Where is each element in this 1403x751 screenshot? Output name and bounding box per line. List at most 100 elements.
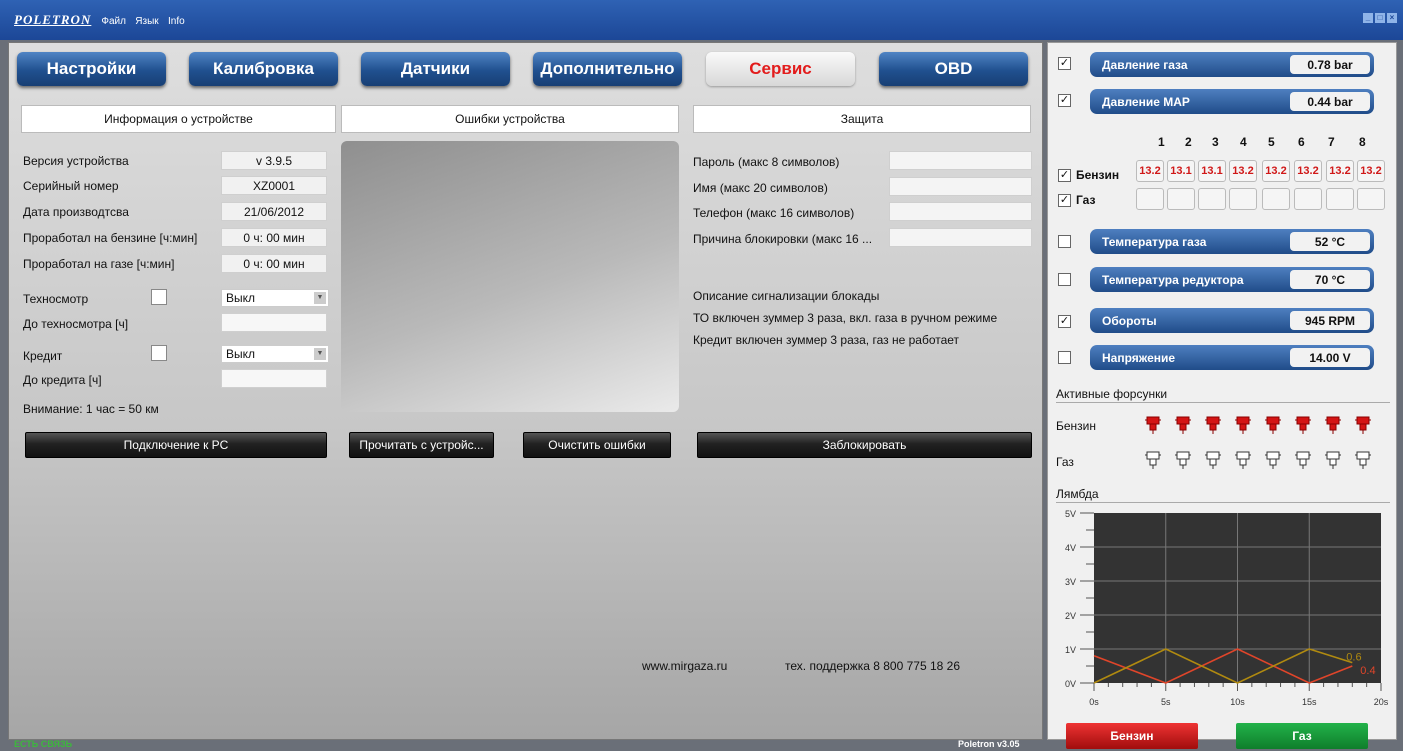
gas-injector-icon	[1175, 451, 1191, 469]
credit-select[interactable]: Выкл ▼	[221, 345, 329, 363]
gas-injector-icon	[1265, 451, 1281, 469]
lambda-title: Лямбда	[1056, 487, 1099, 501]
password-input[interactable]	[889, 151, 1032, 170]
tab-settings[interactable]: Настройки	[17, 52, 166, 86]
reducer-temp-checkbox[interactable]	[1058, 273, 1071, 286]
phone-input[interactable]	[889, 202, 1032, 221]
gas-injector-icon	[1235, 451, 1251, 469]
petrol-row-label: Бензин	[1076, 168, 1120, 182]
tab-additional[interactable]: Дополнительно	[533, 52, 682, 86]
gas-cyl-1	[1136, 188, 1164, 210]
alarm-desc-line2: Кредит включен зуммер 3 раза, газ не раб…	[693, 333, 960, 347]
petrol-row-checkbox[interactable]: ✓	[1058, 169, 1071, 182]
petrol-injector-icon	[1205, 416, 1221, 434]
map-pressure-value: 0.44 bar	[1290, 92, 1370, 111]
gas-injector-icon	[1145, 451, 1161, 469]
reducer-temp-label: Температура редуктора	[1102, 272, 1244, 287]
y-tick-label: 1V	[1065, 645, 1076, 655]
main-panel: Настройки Калибровка Датчики Дополнитель…	[8, 42, 1043, 740]
petrol-cyl-8: 13.2	[1357, 160, 1385, 182]
gas-pressure-gauge: Давление газа 0.78 bar	[1090, 52, 1374, 77]
connect-pc-button[interactable]: Подключение к PC	[25, 432, 327, 458]
gas-hours-label: Проработал на газе [ч:мин]	[23, 257, 175, 271]
x-tick-label: 0s	[1089, 697, 1099, 707]
credit-checkbox[interactable]	[151, 345, 167, 361]
lambda-series-value: 0.4	[1360, 665, 1375, 677]
reason-label: Причина блокировки (макс 16 ...	[693, 232, 873, 246]
map-pressure-gauge: Давление MAP 0.44 bar	[1090, 89, 1374, 114]
chevron-down-icon: ▼	[314, 292, 326, 304]
tab-sensors[interactable]: Датчики	[361, 52, 510, 86]
clear-errors-button[interactable]: Очистить ошибки	[523, 432, 671, 458]
tab-obd[interactable]: OBD	[879, 52, 1028, 86]
map-pressure-checkbox[interactable]: ✓	[1058, 94, 1071, 107]
reason-input[interactable]	[889, 228, 1032, 247]
section-device-errors: Ошибки устройства	[341, 105, 679, 133]
chevron-down-icon: ▼	[314, 348, 326, 360]
close-icon[interactable]: ×	[1387, 13, 1397, 23]
date-value: 21/06/2012	[221, 202, 327, 221]
right-panel: ✓ Давление газа 0.78 bar ✓ Давление MAP 0.…	[1047, 42, 1397, 749]
lock-button[interactable]: Заблокировать	[697, 432, 1032, 458]
gas-pressure-value: 0.78 bar	[1290, 55, 1370, 74]
x-tick-label: 15s	[1302, 697, 1317, 707]
title-bar: POLETRON Файл Язык Info _ □ ×	[0, 0, 1403, 40]
gas-cyl-2	[1167, 188, 1195, 210]
divider	[1056, 402, 1390, 403]
gas-cyl-5	[1262, 188, 1290, 210]
inspection-select[interactable]: Выкл ▼	[221, 289, 329, 307]
petrol-cyl-6: 13.2	[1294, 160, 1322, 182]
app-version: Poletron v3.05	[958, 739, 1020, 749]
website-link[interactable]: www.mirgaza.ru	[642, 659, 727, 673]
cyl-header-2: 2	[1185, 135, 1192, 149]
petrol-button[interactable]: Бензин	[1066, 723, 1198, 749]
credit-label: Кредит	[23, 349, 63, 363]
menu-language[interactable]: Язык	[135, 16, 158, 27]
gas-pressure-checkbox[interactable]: ✓	[1058, 57, 1071, 70]
cyl-header-3: 3	[1212, 135, 1219, 149]
rpm-checkbox[interactable]: ✓	[1058, 315, 1071, 328]
petrol-injector-icon	[1235, 416, 1251, 434]
rpm-label: Обороты	[1102, 313, 1157, 328]
tab-calibration[interactable]: Калибровка	[189, 52, 338, 86]
gas-cyl-7	[1326, 188, 1354, 210]
name-input[interactable]	[889, 177, 1032, 196]
to-inspection-input[interactable]	[221, 313, 327, 332]
gas-button[interactable]: Газ	[1236, 723, 1368, 749]
to-inspection-label: До техносмотра [ч]	[23, 317, 129, 331]
active-injectors-title: Активные форсунки	[1056, 387, 1168, 401]
voltage-checkbox[interactable]	[1058, 351, 1071, 364]
voltage-gauge: Напряжение 14.00 V	[1090, 345, 1374, 370]
gas-temp-value: 52 °C	[1290, 232, 1370, 251]
voltage-value: 14.00 V	[1290, 348, 1370, 367]
petrol-hours-label: Проработал на бензине [ч:мин]	[23, 231, 198, 245]
lambda-chart: 5V 4V 3V 2V 1V 0V 0s 5s 10s 15s 20s 0.40.6	[1065, 509, 1389, 707]
tab-service[interactable]: Сервис	[706, 52, 855, 86]
petrol-cyl-7: 13.2	[1326, 160, 1354, 182]
petrol-injector-icon	[1325, 416, 1341, 434]
injectors-petrol-label: Бензин	[1056, 419, 1097, 433]
injectors-gas-label: Газ	[1056, 455, 1074, 469]
password-label: Пароль (макс 8 символов)	[693, 155, 840, 169]
menu-info[interactable]: Info	[168, 16, 185, 27]
menu-bar: Файл Язык Info	[101, 13, 190, 27]
gas-row-checkbox[interactable]: ✓	[1058, 194, 1071, 207]
read-device-button[interactable]: Прочитать с устройс...	[349, 432, 494, 458]
menu-file[interactable]: Файл	[101, 16, 126, 27]
y-tick-label: 3V	[1065, 577, 1076, 587]
maximize-icon[interactable]: □	[1375, 13, 1385, 23]
serial-label: Серийный номер	[23, 179, 119, 193]
y-tick-label: 4V	[1065, 543, 1076, 553]
petrol-cyl-3: 13.1	[1198, 160, 1226, 182]
minimize-icon[interactable]: _	[1363, 13, 1373, 23]
inspection-select-value: Выкл	[226, 291, 256, 305]
to-credit-label: До кредита [ч]	[23, 373, 102, 387]
to-credit-input[interactable]	[221, 369, 327, 388]
date-label: Дата производтсва	[23, 205, 129, 219]
alarm-desc-line1: ТО включен зуммер 3 раза, вкл. газа в ру…	[693, 311, 998, 325]
inspection-checkbox[interactable]	[151, 289, 167, 305]
connection-status: ЕСТЬ СВЯЗЬ	[14, 739, 73, 749]
inspection-label: Техносмотр	[23, 292, 89, 306]
gas-injector-icon	[1295, 451, 1311, 469]
gas-temp-checkbox[interactable]	[1058, 235, 1071, 248]
